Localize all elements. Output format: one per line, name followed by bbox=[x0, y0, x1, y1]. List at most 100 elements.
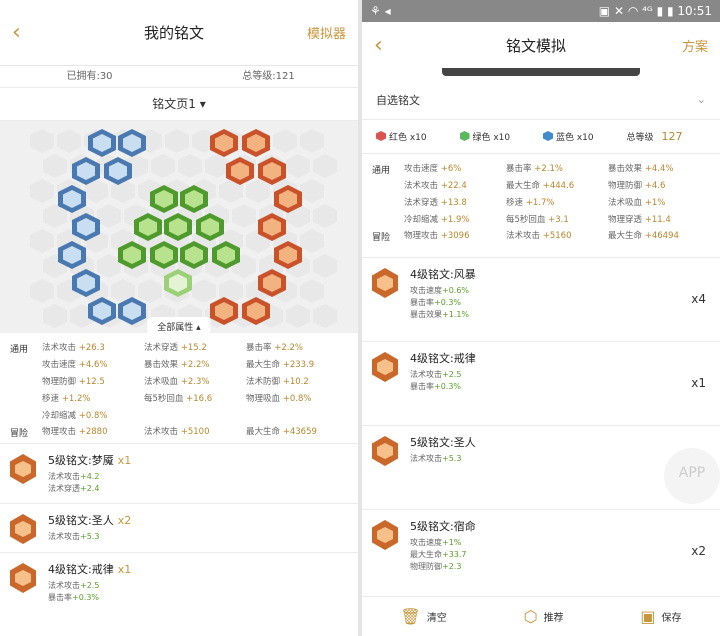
rune-effect: 最大生命+33.7 bbox=[410, 549, 476, 561]
rune-board bbox=[0, 121, 358, 333]
save-button[interactable]: ▣ 保存 bbox=[640, 607, 681, 626]
color-count: 红色 x10 bbox=[376, 130, 456, 143]
effect-name: 暴击率 bbox=[410, 382, 434, 391]
attr-cell: 法术吸血 +2.3% bbox=[144, 375, 246, 387]
attr-value: +4.6% bbox=[78, 360, 108, 370]
rune-effect: 法术攻击+4.2 bbox=[48, 471, 131, 483]
custom-rune-select[interactable]: 自选铭文 ⌄ bbox=[362, 80, 720, 120]
attr-group: 冒险 物理攻击 +2880 法术攻击 +5100 最大生命 +43659 bbox=[10, 425, 348, 439]
rune-icon bbox=[372, 268, 398, 298]
rune-icon bbox=[10, 563, 36, 593]
attr-name: 法术攻击 bbox=[42, 343, 77, 353]
attr-cell: 冷却缩减 +1.9% bbox=[404, 213, 506, 225]
effect-name: 暴击率 bbox=[48, 593, 72, 602]
page-selector[interactable]: 铭文页1 ▾ bbox=[0, 88, 358, 121]
recommend-icon: ⬡ bbox=[523, 607, 538, 626]
attr-name: 法术攻击 bbox=[506, 231, 541, 241]
attr-cell: 法术吸血 +1% bbox=[608, 196, 710, 208]
rune-list-item[interactable]: 5级铭文:宿命 攻击速度+1% 最大生命+33.7 物理防御+2.3 x2 bbox=[362, 509, 720, 593]
attr-name: 攻击速度 bbox=[404, 164, 439, 174]
attr-cell: 冷却缩减 +0.8% bbox=[42, 409, 144, 421]
attr-cell: 暴击效果 +2.2% bbox=[144, 358, 246, 370]
attr-group: 通用 法术攻击 +26.3 法术穿透 +15.2 暴击率 +2.2% 攻击速度 +4.6… bbox=[10, 341, 348, 421]
attr-value: +26.3 bbox=[78, 343, 105, 353]
all-attributes-toggle[interactable]: 全部属性 ▴ bbox=[147, 317, 211, 336]
attr-cell: 暴击率 +2.1% bbox=[506, 162, 608, 174]
rune-list-item[interactable]: 4级铭文:戒律 x1 法术攻击+2.5 暴击率+0.3% bbox=[0, 552, 358, 612]
empty-slot bbox=[30, 129, 54, 153]
status-right: ▣ ✕ ◠ ⁴ᴳ ▮ ▮ 10:51 bbox=[598, 4, 712, 18]
simulator-button[interactable]: 模拟器 bbox=[296, 23, 346, 42]
attr-cell: 最大生命 +233.9 bbox=[246, 358, 348, 370]
owned-count: 已拥有:30 bbox=[66, 71, 113, 82]
button-label: 清空 bbox=[426, 613, 447, 624]
attr-value: +2880 bbox=[78, 427, 108, 437]
attr-value: +22.4 bbox=[440, 181, 467, 191]
hex-dot-icon bbox=[459, 131, 470, 141]
rune-list-item[interactable]: 5级铭文:圣人 x2 法术攻击+5.3 bbox=[0, 503, 358, 552]
rune-effect: 法术攻击+5.3 bbox=[410, 453, 476, 465]
attr-group: 冒险 物理攻击 +3096 法术攻击 +5160 最大生命 +46494 bbox=[372, 229, 710, 243]
effect-value: +2.4 bbox=[80, 484, 100, 493]
color-label: 蓝色 x10 bbox=[556, 133, 594, 143]
rune-title: 5级铭文:圣人 bbox=[410, 436, 476, 449]
clear-button[interactable]: 🗑 清空 bbox=[400, 607, 446, 626]
attr-cell: 法术攻击 +5160 bbox=[506, 229, 608, 243]
button-label: 推荐 bbox=[543, 613, 564, 624]
empty-slot bbox=[273, 129, 297, 153]
effect-name: 法术攻击 bbox=[48, 472, 80, 481]
effect-name: 法术攻击 bbox=[410, 454, 442, 463]
rune-effect: 攻击速度+1% bbox=[410, 537, 476, 549]
rune-list-item[interactable]: 4级铭文:戒律 法术攻击+2.5 暴击率+0.3% x1 bbox=[362, 341, 720, 425]
attr-value: +16.6 bbox=[186, 394, 213, 404]
effect-value: +33.7 bbox=[442, 550, 467, 559]
empty-slot bbox=[97, 204, 121, 228]
attr-value: +4.6 bbox=[644, 181, 666, 191]
attr-value: +233.9 bbox=[282, 360, 315, 370]
attr-name: 最大生命 bbox=[246, 427, 281, 437]
attr-value: +5100 bbox=[180, 427, 210, 437]
effect-value: +0.3% bbox=[434, 298, 462, 307]
effect-name: 暴击率 bbox=[410, 298, 434, 307]
rune-name: 5级铭文:梦魇 x1 bbox=[48, 452, 131, 468]
back-icon[interactable]: ‹ bbox=[374, 33, 414, 58]
attr-cell: 法术攻击 +5100 bbox=[144, 425, 246, 439]
color-summary: 红色 x10 绿色 x10 蓝色 x10 总等级 127 bbox=[362, 120, 720, 154]
rune-list: 4级铭文:风暴 攻击速度+0.6% 暴击率+0.3% 暴击效果+1.1% x4 4级铭文:… bbox=[362, 257, 720, 593]
status-left: ⚘ ◂ bbox=[370, 4, 391, 18]
empty-slot bbox=[30, 279, 54, 303]
attr-value: +12.5 bbox=[78, 377, 105, 387]
effect-name: 物理防御 bbox=[410, 562, 442, 571]
plans-button[interactable]: 方案 bbox=[658, 36, 708, 55]
trash-icon: 🗑 bbox=[400, 607, 421, 626]
attr-name: 法术防御 bbox=[246, 377, 281, 387]
attr-value: +5160 bbox=[542, 231, 572, 241]
recommend-button[interactable]: ⬡ 推荐 bbox=[524, 607, 564, 626]
total-level: 总等级 127 bbox=[627, 130, 707, 143]
attr-cell: 法术穿透 +13.8 bbox=[404, 196, 506, 208]
attr-name: 移速 bbox=[506, 198, 524, 208]
rune-icon bbox=[10, 514, 36, 544]
empty-slot bbox=[246, 179, 270, 203]
attr-value: +2.3% bbox=[180, 377, 210, 387]
rune-title: 5级铭文:圣人 bbox=[48, 514, 114, 527]
attr-value: +11.4 bbox=[644, 215, 671, 225]
empty-slot bbox=[205, 154, 229, 178]
rune-title: 4级铭文:戒律 bbox=[48, 563, 114, 576]
rune-effect: 暴击率+0.3% bbox=[410, 381, 476, 393]
attr-value: +2.2% bbox=[274, 343, 303, 353]
rune-name: 4级铭文:风暴 bbox=[410, 266, 476, 282]
attr-cell: 物理防御 +4.6 bbox=[608, 179, 710, 191]
attr-value: +1.7% bbox=[525, 198, 555, 208]
attr-cell: 攻击速度 +4.6% bbox=[42, 358, 144, 370]
rune-icon bbox=[372, 352, 398, 382]
hex-dot-icon bbox=[376, 131, 386, 141]
attr-cell: 最大生命 +46494 bbox=[608, 229, 710, 243]
back-icon[interactable]: ‹ bbox=[12, 20, 52, 45]
attr-value: +2.2% bbox=[180, 360, 210, 370]
rune-list-item[interactable]: 4级铭文:风暴 攻击速度+0.6% 暴击率+0.3% 暴击效果+1.1% x4 bbox=[362, 257, 720, 341]
rune-list-item[interactable]: 5级铭文:梦魇 x1 法术攻击+4.2 法术穿透+2.4 bbox=[0, 443, 358, 503]
attr-name: 法术穿透 bbox=[404, 198, 439, 208]
empty-slot bbox=[313, 204, 337, 228]
rune-count: x2 bbox=[691, 544, 706, 558]
